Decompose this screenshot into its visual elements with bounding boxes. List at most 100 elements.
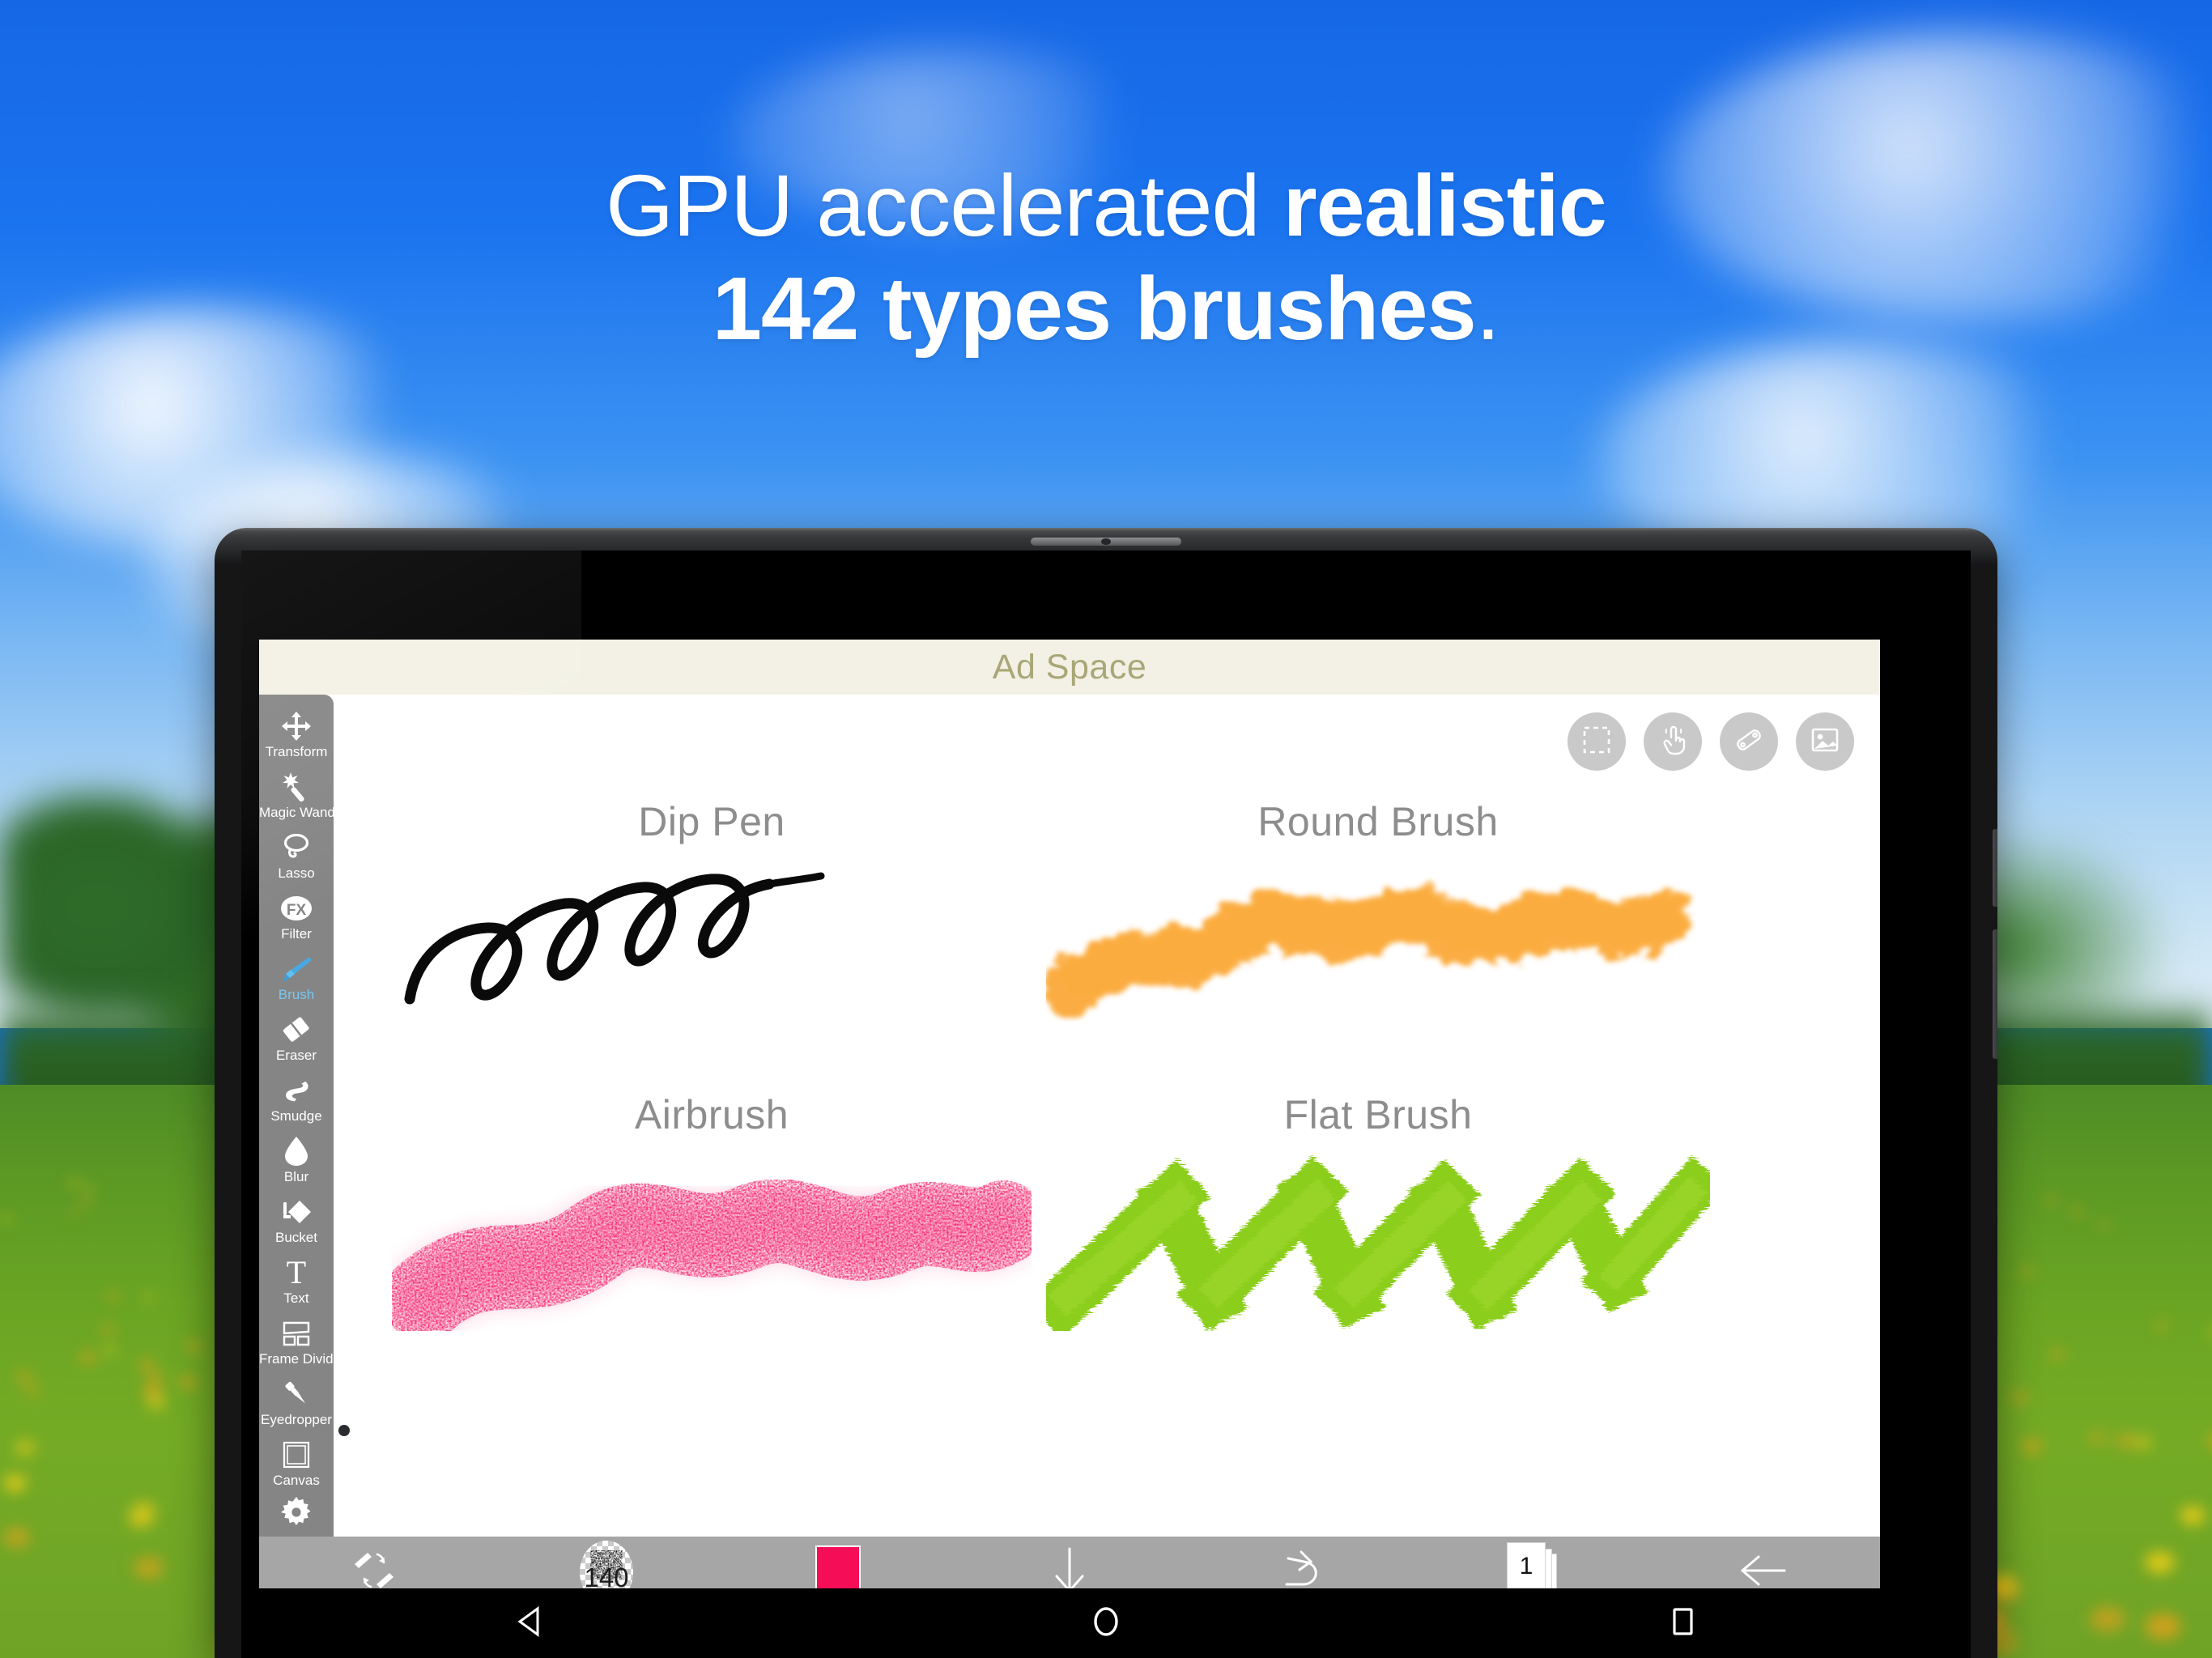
android-nav-bar bbox=[241, 1588, 1971, 1658]
tool-label: Bucket bbox=[275, 1230, 317, 1245]
tool-label: Brush bbox=[278, 987, 315, 1002]
flower bbox=[2133, 1435, 2152, 1450]
flower bbox=[2180, 1506, 2206, 1524]
tool-brush[interactable]: Brush bbox=[259, 947, 334, 1008]
tool-bucket[interactable]: Bucket bbox=[259, 1190, 334, 1251]
tablet-device: Ad Space Transform Magic Wand Lasso FX F… bbox=[215, 528, 1997, 1658]
image-photo-button[interactable] bbox=[1796, 712, 1854, 771]
flower bbox=[85, 1184, 94, 1191]
flower bbox=[181, 1377, 196, 1388]
touch-gesture-button[interactable] bbox=[1644, 712, 1702, 771]
flower bbox=[101, 1325, 114, 1335]
svg-text:FX: FX bbox=[287, 902, 307, 919]
selection-marquee-button[interactable] bbox=[1568, 712, 1626, 771]
ruler-icon bbox=[1733, 725, 1764, 759]
tool-label: Blur bbox=[283, 1169, 309, 1184]
nav-home-button[interactable] bbox=[818, 1603, 1394, 1644]
fx-filter-icon: FX bbox=[259, 892, 334, 925]
flower bbox=[4, 1475, 27, 1491]
page-title: GPU accelerated realistic 142 types brus… bbox=[0, 154, 2212, 362]
ad-banner[interactable]: Ad Space bbox=[259, 640, 1880, 695]
brush-sample-flat-brush: Flat Brush bbox=[1046, 1091, 1710, 1331]
tool-filter[interactable]: FX Filter bbox=[259, 886, 334, 947]
flower bbox=[2145, 1551, 2175, 1574]
tool-magic-wand[interactable]: Magic Wand bbox=[259, 765, 335, 826]
move-arrows-icon bbox=[259, 710, 334, 742]
tool-label: Canvas bbox=[273, 1473, 320, 1488]
eyedropper-icon bbox=[259, 1378, 334, 1410]
tool-label: Magic Wand bbox=[259, 805, 335, 820]
image-photo-icon bbox=[1810, 725, 1840, 759]
flower bbox=[104, 1346, 117, 1355]
headline-line1-bold: realistic bbox=[1283, 156, 1607, 254]
ad-banner-label: Ad Space bbox=[992, 647, 1147, 687]
flower bbox=[2047, 1197, 2056, 1204]
drawing-app: Ad Space Transform Magic Wand Lasso FX F… bbox=[259, 640, 1880, 1608]
svg-text:T: T bbox=[287, 1258, 306, 1287]
nav-back-button[interactable] bbox=[241, 1605, 818, 1643]
selection-marquee-icon bbox=[1582, 725, 1611, 759]
brush-sample-title: Round Brush bbox=[1257, 799, 1499, 844]
brush-sample-title: Flat Brush bbox=[1283, 1092, 1473, 1137]
paintbrush-icon bbox=[259, 953, 334, 985]
headline-line2-light: . bbox=[1475, 259, 1501, 359]
settings-button[interactable] bbox=[259, 1494, 334, 1532]
brush-sample-airbrush: Airbrush bbox=[392, 1091, 1032, 1331]
tool-text[interactable]: T Text bbox=[259, 1251, 334, 1312]
tool-transform[interactable]: Transform bbox=[259, 704, 334, 765]
canvas-square-icon bbox=[259, 1439, 334, 1471]
headline-line2-bold: 142 types brushes bbox=[712, 259, 1477, 359]
tablet-screen: Ad Space Transform Magic Wand Lasso FX F… bbox=[241, 551, 1971, 1658]
flower bbox=[70, 1180, 79, 1186]
flower bbox=[143, 1293, 154, 1302]
flower bbox=[2099, 1222, 2108, 1228]
tool-lasso[interactable]: Lasso bbox=[259, 826, 334, 886]
flower bbox=[2050, 1349, 2064, 1359]
tool-rail: Transform Magic Wand Lasso FX Filter Bru… bbox=[259, 695, 346, 1554]
drawing-canvas[interactable]: Dip Pen Round Brush Airbrush Flat Brush bbox=[334, 695, 1880, 1537]
tool-label: Frame Divider bbox=[259, 1351, 346, 1367]
flower bbox=[148, 1373, 164, 1384]
layer-count: 1 bbox=[1519, 1553, 1534, 1579]
flower bbox=[24, 1385, 40, 1397]
flower bbox=[187, 1341, 201, 1351]
flower bbox=[2023, 1439, 2042, 1453]
ruler-button[interactable] bbox=[1720, 712, 1778, 771]
flower bbox=[81, 1353, 95, 1363]
volume-up-button[interactable] bbox=[1993, 829, 1997, 907]
flower bbox=[143, 1384, 160, 1397]
tool-label: Eyedropper bbox=[261, 1412, 332, 1427]
tool-label: Eraser bbox=[275, 1048, 317, 1063]
flower bbox=[133, 1557, 164, 1579]
tool-blur[interactable]: Blur bbox=[259, 1129, 334, 1190]
nav-recents-square-icon bbox=[1668, 1604, 1697, 1643]
lasso-icon bbox=[259, 831, 334, 864]
tool-label: Text bbox=[283, 1290, 309, 1306]
flower bbox=[2156, 1321, 2168, 1330]
tool-eraser[interactable]: Eraser bbox=[259, 1008, 334, 1069]
front-camera-icon bbox=[1101, 538, 1111, 545]
volume-down-button[interactable] bbox=[1993, 929, 1997, 1059]
flower bbox=[2, 1216, 11, 1222]
tool-label: Filter bbox=[281, 926, 312, 942]
smudge-finger-icon bbox=[259, 1074, 334, 1107]
tool-label: Transform bbox=[265, 744, 328, 759]
headline-line1-light: GPU accelerated bbox=[606, 156, 1283, 254]
flower bbox=[131, 1501, 156, 1519]
brush-sample-round-brush: Round Brush bbox=[1046, 798, 1710, 1022]
flower bbox=[2087, 1431, 2107, 1444]
tool-smudge[interactable]: Smudge bbox=[259, 1069, 334, 1129]
paint-bucket-icon bbox=[259, 1196, 334, 1228]
magic-wand-icon bbox=[259, 771, 334, 803]
flower bbox=[2090, 1606, 2126, 1632]
tool-eyedropper[interactable]: Eyedropper bbox=[259, 1372, 334, 1433]
flower bbox=[147, 1397, 164, 1409]
round-brush-stroke bbox=[1046, 860, 1710, 1022]
tool-canvas[interactable]: Canvas bbox=[259, 1433, 334, 1494]
flower bbox=[2023, 1268, 2033, 1276]
nav-back-triangle-icon bbox=[513, 1605, 546, 1643]
eraser-icon bbox=[259, 1014, 334, 1046]
nav-recents-button[interactable] bbox=[1394, 1604, 1971, 1643]
camera-lens-icon bbox=[338, 1425, 350, 1436]
tool-frame-divider[interactable]: Frame Divider bbox=[259, 1312, 346, 1372]
